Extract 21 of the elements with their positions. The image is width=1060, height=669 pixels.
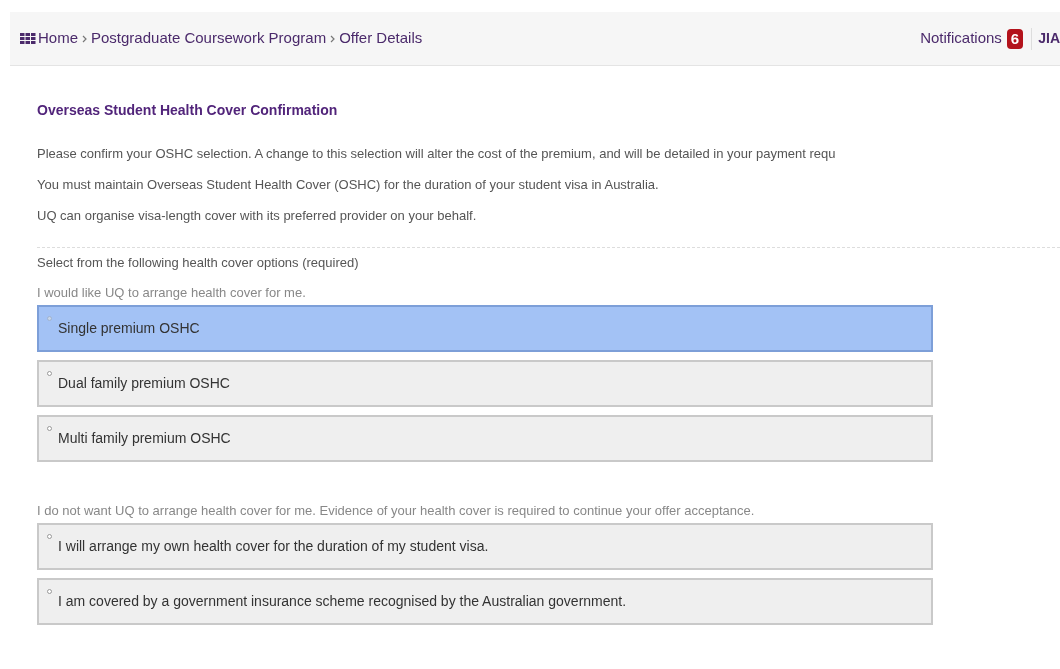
- breadcrumb-link[interactable]: Offer Details: [339, 27, 423, 50]
- radio-option[interactable]: I will arrange my own health cover for the duration of my student visa.: [37, 523, 933, 570]
- radio-option[interactable]: Multi family premium OSHC: [37, 415, 933, 462]
- info-text: Please confirm your OSHC selection. A change to this selection will alter the cost of the premium, and will be detailed in your payment requ: [37, 145, 837, 163]
- question-label: Select from the following health cover options (required): [37, 254, 360, 272]
- user-menu-link[interactable]: JIA: [1038, 28, 1060, 49]
- group-caption: I would like UQ to arrange health cover for me.: [37, 284, 307, 302]
- info-text: UQ can organise visa-length cover with its preferred provider on your behalf.: [37, 207, 478, 225]
- chevron-right-icon: [82, 34, 87, 43]
- grid-icon[interactable]: [20, 33, 36, 44]
- notifications-link[interactable]: Notifications: [920, 27, 1002, 50]
- breadcrumb-link[interactable]: Home: [38, 27, 78, 50]
- radio-option[interactable]: I am covered by a government insurance scheme recognised by the Australian government.: [37, 578, 933, 625]
- section-title: Overseas Student Health Cover Confirmation: [37, 101, 339, 120]
- breadcrumb-link[interactable]: Postgraduate Coursework Program: [91, 27, 327, 50]
- radio-option[interactable]: Single premium OSHC: [37, 305, 933, 352]
- notification-count-badge: 6: [1006, 28, 1024, 49]
- info-text: You must maintain Overseas Student Health Cover (OSHC) for the duration of your student visa in Australia.: [37, 176, 660, 194]
- radio-option[interactable]: Dual family premium OSHC: [37, 360, 933, 407]
- group-caption: I do not want UQ to arrange health cover for me. Evidence of your health cover is required to continue your offer acceptance.: [37, 502, 756, 520]
- chevron-right-icon: [330, 34, 336, 43]
